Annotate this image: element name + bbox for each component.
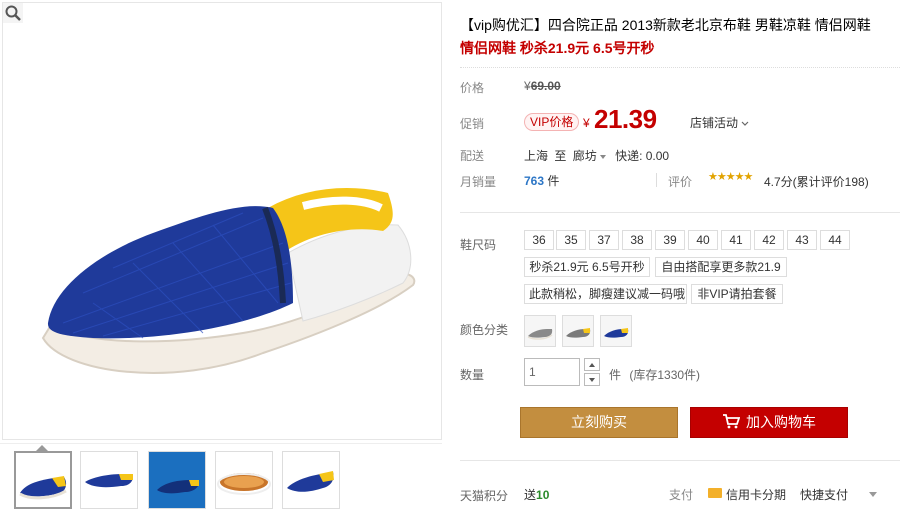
shipping-fee: 快递: 0.00	[615, 149, 670, 163]
sales-unit: 件	[547, 174, 560, 188]
size-option[interactable]: 41	[721, 230, 751, 250]
gray-shoe-icon	[527, 329, 553, 340]
promotion-label: 促销	[460, 117, 485, 131]
product-info-panel: 【vip购优汇】四合院正品 2013新款老北京布鞋 男鞋凉鞋 情侣网鞋 情侣网鞋…	[460, 0, 900, 521]
shoe-thumb-icon	[85, 474, 133, 488]
ship-to-word: 至	[554, 149, 567, 163]
cart-icon	[723, 414, 740, 429]
monthly-sales: 763 件	[524, 172, 559, 189]
ship-from: 上海	[524, 149, 549, 163]
size-option[interactable]: 秒杀21.9元 6.5号开秒	[524, 257, 650, 277]
buy-now-label: 立刻购买	[571, 414, 627, 430]
stock-count: (库存1330件)	[629, 368, 701, 382]
size-option[interactable]: 38	[622, 230, 652, 250]
tmall-points-label: 天猫积分	[460, 489, 509, 503]
size-option[interactable]: 自由搭配享更多款21.9	[655, 257, 787, 277]
original-price-value: 69.00	[530, 79, 561, 93]
color-swatch-gray[interactable]	[524, 315, 556, 347]
sales-count: 763	[524, 174, 545, 188]
size-option[interactable]: 此款稍松，脚瘦建议减一码哦	[524, 284, 687, 304]
send-word: 送	[524, 488, 537, 502]
credit-installment-link[interactable]: 信用卡分期	[726, 486, 786, 503]
thumbnail-4[interactable]	[215, 451, 273, 509]
chevron-down-icon	[741, 121, 749, 126]
size-option[interactable]: 35	[556, 230, 586, 250]
buy-now-button[interactable]: 立刻购买	[520, 407, 678, 438]
vip-price-badge: VIP价格	[524, 113, 580, 131]
rating-value-link[interactable]: 4.7分(累计评价198)	[764, 173, 869, 190]
rating-label: 评价	[668, 175, 693, 189]
size-option[interactable]: 39	[655, 230, 685, 250]
color-label: 颜色分类	[460, 323, 509, 337]
quantity-label: 数量	[460, 368, 485, 382]
rating-stars-icon: ★★★★★	[708, 171, 753, 183]
product-title: 【vip购优汇】四合院正品 2013新款老北京布鞋 男鞋凉鞋 情侣网鞋	[460, 17, 871, 33]
blue-yellow-shoe-icon	[604, 328, 629, 338]
product-gallery	[0, 0, 442, 521]
size-label: 鞋尺码	[460, 238, 497, 252]
divider	[460, 212, 900, 213]
divider	[460, 460, 900, 461]
shoe-thumb-icon	[217, 473, 271, 495]
credit-card-icon	[708, 488, 722, 498]
quick-pay-link[interactable]: 快捷支付	[800, 486, 848, 503]
points-value: 10	[536, 488, 550, 502]
size-option[interactable]: 非VIP请拍套餐	[691, 284, 783, 304]
points-info: 送10	[524, 486, 549, 503]
store-activity-label: 店铺活动	[690, 116, 739, 130]
size-option[interactable]: 40	[688, 230, 718, 250]
quantity-unit: 件	[609, 368, 622, 382]
divider	[460, 67, 900, 68]
quantity-decrement-button[interactable]	[584, 373, 600, 386]
shipping-label: 配送	[460, 149, 485, 163]
shoe-thumb-icon	[19, 476, 67, 500]
store-activity-dropdown[interactable]: 店铺活动	[690, 114, 749, 131]
thumbnail-1[interactable]	[14, 451, 72, 509]
stock-info: 件 (库存1330件)	[609, 366, 700, 383]
size-option[interactable]: 36	[524, 230, 554, 250]
thumbnail-2[interactable]	[80, 451, 138, 509]
add-to-cart-button[interactable]: 加入购物车	[690, 407, 848, 438]
zoom-magnifier-icon[interactable]	[3, 3, 23, 23]
quantity-input[interactable]: 1	[524, 358, 580, 386]
shipping-info: 上海 至 廊坊 快递: 0.00	[524, 147, 669, 164]
size-option[interactable]: 44	[820, 230, 850, 250]
currency-symbol: ¥	[524, 79, 531, 93]
chevron-down-icon[interactable]	[869, 492, 877, 497]
pay-label: 支付	[669, 488, 694, 502]
original-price: ¥69.00	[524, 79, 561, 93]
main-product-image[interactable]	[2, 2, 442, 440]
color-swatch-gray-yellow[interactable]	[562, 315, 594, 347]
size-option[interactable]: 43	[787, 230, 817, 250]
thumbnail-5[interactable]	[282, 451, 340, 509]
currency-symbol: ¥	[583, 116, 590, 130]
ship-to-selector[interactable]: 廊坊	[573, 149, 597, 163]
thumbnail-strip	[0, 443, 442, 521]
color-swatch-blue-yellow[interactable]	[600, 315, 632, 347]
gray-yellow-shoe-icon	[566, 328, 591, 338]
divider	[656, 173, 657, 187]
shoe-thumb-icon	[287, 471, 334, 492]
current-price: 21.39	[594, 104, 657, 134]
thumbnail-3[interactable]	[148, 451, 206, 509]
shoe-illustration	[41, 188, 416, 374]
promo-subtitle: 情侣网鞋 秒杀21.9元 6.5号开秒	[460, 40, 655, 56]
size-option[interactable]: 37	[589, 230, 619, 250]
caret-down-icon	[599, 154, 606, 159]
size-option[interactable]: 42	[754, 230, 784, 250]
shoe-thumb-icon	[149, 452, 205, 508]
price-label: 价格	[460, 81, 485, 95]
sales-label: 月销量	[460, 175, 497, 189]
quantity-increment-button[interactable]	[584, 358, 600, 371]
add-to-cart-label: 加入购物车	[746, 414, 816, 430]
